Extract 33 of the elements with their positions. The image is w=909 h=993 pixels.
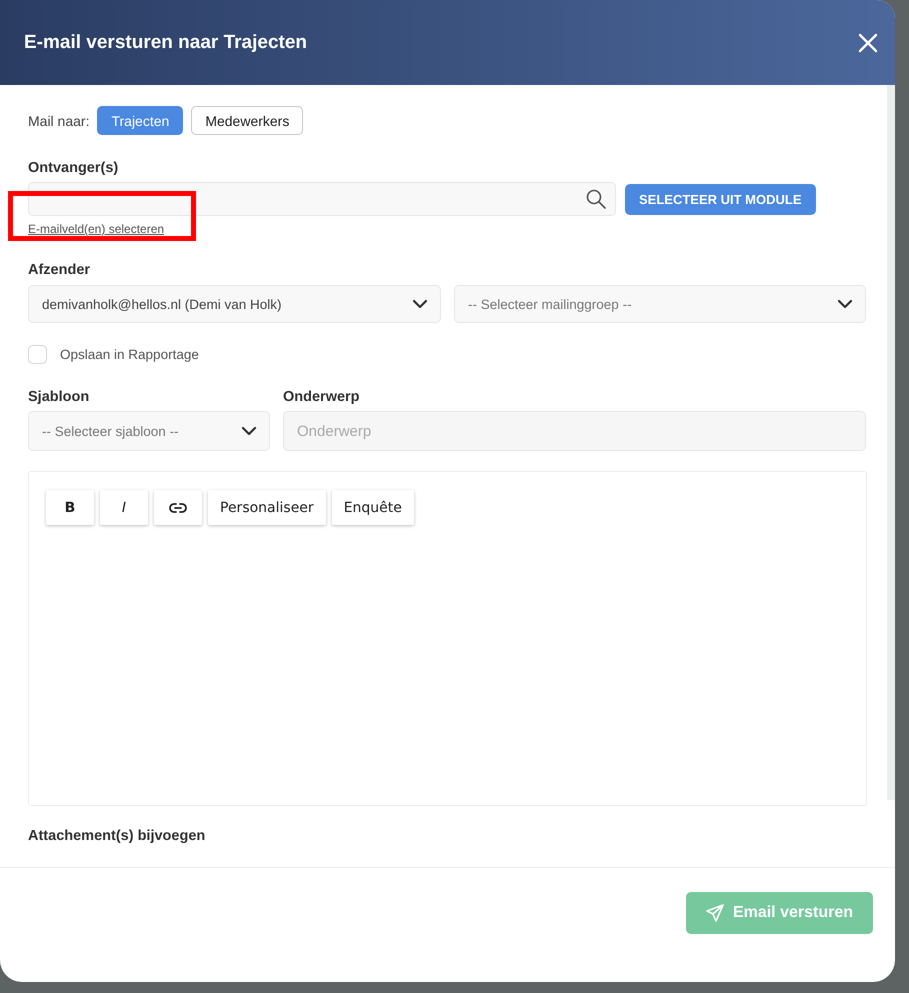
- link-icon: [169, 502, 187, 512]
- toolbar-button[interactable]: Enquête: [332, 490, 414, 525]
- subject-field[interactable]: Onderwerp: [283, 411, 866, 451]
- select-from-module-button[interactable]: SELECTEER UIT MODULE: [625, 184, 816, 214]
- field-label: Afzender: [28, 262, 92, 278]
- field-label: Attachement(s) bijvoegen: [28, 828, 206, 844]
- field-label: Sjabloon: [28, 389, 90, 405]
- chevron-down-icon: [837, 299, 853, 309]
- close-icon: [858, 32, 878, 52]
- checkbox[interactable]: [28, 345, 47, 364]
- field-label: Mail naar:: [28, 112, 90, 128]
- field-label: Ontvanger(s): [28, 160, 120, 176]
- bold-button[interactable]: B: [46, 490, 94, 525]
- dialog-title: E-mail versturen naar Trajecten: [24, 32, 308, 54]
- italic-button[interactable]: I: [100, 490, 148, 525]
- recipient-field[interactable]: [28, 182, 616, 216]
- template-select[interactable]: -- Selecteer sjabloon --: [28, 411, 270, 451]
- close-button[interactable]: [858, 32, 878, 52]
- editor-area[interactable]: B I Personaliseer Enquête: [28, 471, 867, 806]
- toggle-button[interactable]: Trajecten: [97, 106, 184, 135]
- search-icon: [586, 189, 606, 209]
- toolbar-button[interactable]: Personaliseer: [208, 490, 326, 525]
- chevron-down-icon: [412, 299, 428, 309]
- sender-select[interactable]: demivanholk@hellos.nl (Demi van Holk): [28, 285, 441, 323]
- toggle-button[interactable]: Medewerkers: [191, 106, 304, 135]
- scrollbar[interactable]: [887, 85, 895, 800]
- paper-plane-icon: [706, 904, 724, 922]
- checkbox-label: Opslaan in Rapportage: [60, 347, 199, 362]
- link-button[interactable]: [154, 490, 202, 525]
- mailing-group-select[interactable]: -- Selecteer mailinggroep --: [454, 285, 866, 323]
- email-fields-link[interactable]: E-mailveld(en) selecteren: [28, 222, 164, 236]
- chevron-down-icon: [241, 426, 257, 436]
- field-label: Onderwerp: [283, 389, 361, 405]
